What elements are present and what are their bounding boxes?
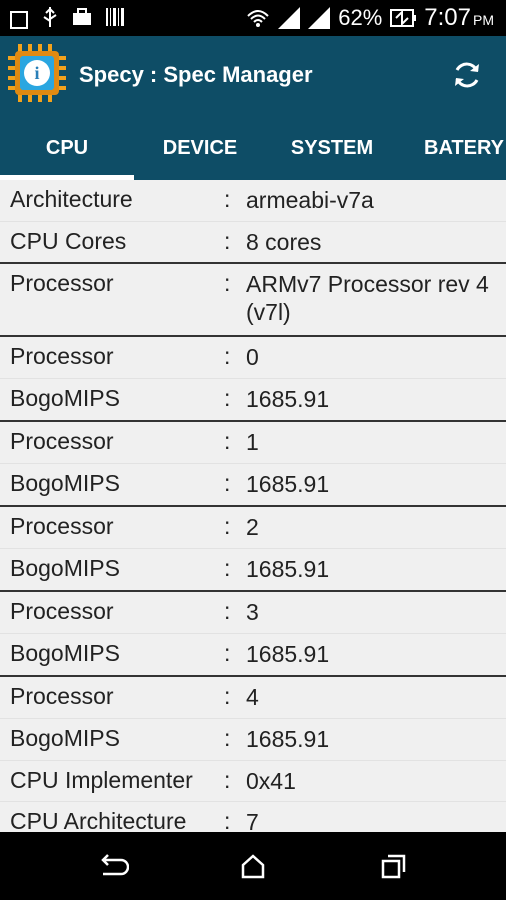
- tab-device[interactable]: DEVICE: [134, 116, 266, 180]
- refresh-icon: [455, 62, 479, 88]
- app-logo-icon: i: [6, 42, 68, 104]
- list-item: BogoMIPS : 1685.91: [0, 379, 506, 422]
- tab-system[interactable]: SYSTEM: [266, 116, 398, 180]
- list-item: Architecture : armeabi-v7a: [0, 180, 506, 222]
- list-item: BogoMIPS : 1685.91: [0, 549, 506, 592]
- recents-button[interactable]: [376, 850, 410, 884]
- notification-icons: [10, 7, 124, 32]
- signal-icon: [308, 7, 331, 29]
- clock: 7:07 PM: [424, 4, 494, 31]
- home-button[interactable]: [236, 850, 270, 884]
- barcode-icon: [106, 8, 124, 31]
- battery-icon: [390, 8, 417, 28]
- list-item: Processor : 0: [0, 337, 506, 379]
- battery-percent: 62%: [338, 5, 383, 30]
- list-item: Processor : 1: [0, 422, 506, 464]
- tab-cpu[interactable]: CPU: [0, 116, 134, 180]
- app-title: Specy : Spec Manager: [79, 62, 313, 87]
- list-item: BogoMIPS : 1685.91: [0, 634, 506, 677]
- spec-list[interactable]: Architecture : armeabi-v7a CPU Cores : 8…: [0, 180, 506, 832]
- recents-icon: [381, 854, 406, 879]
- app-bar: i Specy : Spec Manager CPU DEVICE SYSTEM…: [0, 36, 506, 180]
- system-status: 62% 7:07 PM: [246, 4, 494, 32]
- list-item: Processor : ARMv7 Processor rev 4 (v7l): [0, 264, 506, 337]
- list-item: Processor : 4: [0, 677, 506, 719]
- tab-bar: CPU DEVICE SYSTEM BATERY: [0, 116, 506, 180]
- back-button[interactable]: [95, 850, 130, 884]
- image-icon: [10, 10, 28, 29]
- status-bar: 62% 7:07 PM: [0, 0, 506, 36]
- navigation-bar: [0, 832, 506, 900]
- wifi-icon: [246, 8, 270, 28]
- refresh-button[interactable]: [450, 58, 484, 92]
- svg-text:i: i: [34, 63, 39, 83]
- list-item: Processor : 3: [0, 592, 506, 634]
- list-item: BogoMIPS : 1685.91: [0, 464, 506, 507]
- list-item: CPU Cores : 8 cores: [0, 222, 506, 264]
- list-item: BogoMIPS : 1685.91: [0, 719, 506, 761]
- list-item: CPU Implementer : 0x41: [0, 761, 506, 802]
- list-item: CPU Architecture : 7: [0, 802, 506, 832]
- usb-icon: [42, 7, 58, 32]
- list-item: Processor : 2: [0, 507, 506, 549]
- home-icon: [241, 854, 265, 879]
- briefcase-icon: [72, 8, 92, 31]
- back-icon: [101, 854, 130, 876]
- signal-icon: [278, 7, 301, 29]
- tab-battery[interactable]: BATERY: [398, 116, 506, 180]
